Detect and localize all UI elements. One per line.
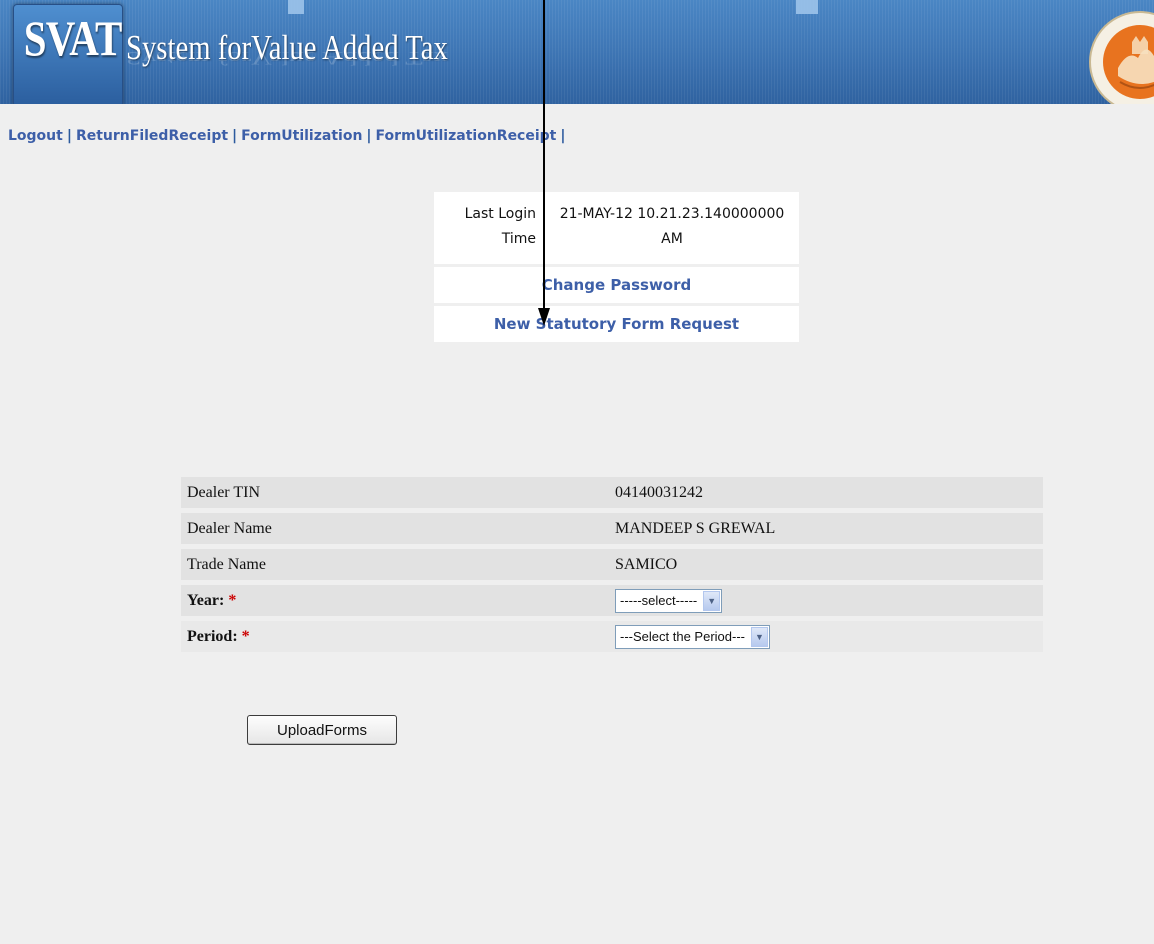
trade-name-value: SAMICO — [615, 555, 678, 573]
nav-separator: | — [232, 128, 238, 144]
svat-logo: SVAT — [13, 4, 123, 104]
dealer-tin-row: Dealer TIN 04140031242 — [181, 477, 1043, 508]
period-label-cell: Period: * — [181, 628, 611, 646]
nav-form-utilization-receipt-link[interactable]: FormUtilizationReceipt — [376, 128, 557, 144]
year-select-cell: -----select----- ▼ — [611, 588, 1043, 613]
dealer-tin-value: 04140031242 — [615, 483, 703, 501]
year-label-cell: Year: * — [181, 592, 611, 610]
arrow-down-icon — [538, 0, 550, 326]
trade-name-label: Trade Name — [187, 555, 266, 573]
period-select-cell: ---Select the Period--- ▼ — [611, 624, 1043, 649]
nav-separator: | — [560, 128, 566, 144]
nav-separator: | — [66, 128, 72, 144]
year-select[interactable]: -----select----- ▼ — [615, 588, 723, 613]
period-label: Period: — [187, 627, 238, 645]
dealer-name-value: MANDEEP S GREWAL — [615, 519, 776, 537]
nav-separator: | — [366, 128, 372, 144]
top-nav: Logout | ReturnFiledReceipt | FormUtilizatio… — [8, 128, 570, 144]
upload-forms-button[interactable]: UploadForms — [247, 715, 397, 745]
year-select-value: -----select----- — [620, 593, 698, 608]
last-login-label-line2: Time — [501, 231, 536, 247]
dealer-name-row: Dealer Name MANDEEP S GREWAL — [181, 513, 1043, 544]
banner-glow — [796, 0, 818, 14]
year-row: Year: * -----select----- ▼ — [181, 585, 1043, 616]
nav-form-utilization-link[interactable]: FormUtilization — [241, 128, 362, 144]
chevron-down-icon[interactable]: ▼ — [703, 590, 721, 611]
emblem-icon — [1089, 11, 1154, 104]
new-statutory-form-request-link[interactable]: New Statutory Form Request — [434, 303, 799, 342]
nav-return-filed-receipt-link[interactable]: ReturnFiledReceipt — [76, 128, 228, 144]
last-login-value-line1: 21-MAY-12 10.21.23.140000000 — [559, 206, 785, 222]
nav-logout-link[interactable]: Logout — [8, 128, 63, 144]
app-title-reflection: System forValue Added Tax — [126, 47, 448, 69]
period-select-value: ---Select the Period--- — [620, 629, 745, 644]
period-row: Period: * ---Select the Period--- ▼ — [181, 621, 1043, 652]
dealer-name-label: Dealer Name — [187, 519, 272, 537]
last-login-row: Last Login Time 21-MAY-12 10.21.23.14000… — [434, 192, 799, 264]
trade-name-row: Trade Name SAMICO — [181, 549, 1043, 580]
last-login-value-line2: AM — [661, 231, 683, 247]
last-login-label-line1: Last Login — [464, 206, 536, 222]
year-label: Year: — [187, 591, 225, 609]
chevron-down-icon[interactable]: ▼ — [750, 626, 768, 647]
dealer-tin-label: Dealer TIN — [187, 483, 260, 501]
change-password-link[interactable]: Change Password — [434, 264, 799, 303]
required-marker: * — [228, 591, 237, 609]
banner-glow — [288, 0, 304, 14]
logo-text: SVAT — [23, 10, 123, 66]
header-banner: SVAT System forValue Added Tax System fo… — [0, 0, 1154, 104]
required-marker: * — [241, 627, 250, 645]
period-select[interactable]: ---Select the Period--- ▼ — [615, 624, 770, 649]
login-info-box: Last Login Time 21-MAY-12 10.21.23.14000… — [434, 192, 799, 342]
last-login-value: 21-MAY-12 10.21.23.140000000 AM — [544, 192, 799, 264]
dealer-form: Dealer TIN 04140031242 Dealer Name MANDE… — [181, 477, 1043, 657]
last-login-label: Last Login Time — [434, 192, 544, 264]
